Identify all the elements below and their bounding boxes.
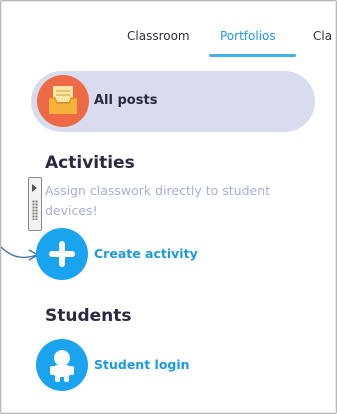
- plus-icon: [49, 241, 75, 267]
- tab-classroom[interactable]: Classroom: [127, 29, 190, 43]
- student-login-label[interactable]: Student login: [94, 357, 190, 372]
- tray-icon: [37, 75, 89, 127]
- tab-portfolios[interactable]: Portfolios: [220, 29, 276, 43]
- tab-class-truncated[interactable]: Cla: [313, 29, 337, 43]
- portfolio-panel: Classroom Portfolios Cla All posts Activ…: [0, 0, 337, 414]
- activities-description: Assign classwork directly to student dev…: [45, 183, 271, 218]
- create-activity-label[interactable]: Create activity: [94, 246, 198, 261]
- tab-bar: Classroom Portfolios Cla: [1, 1, 337, 61]
- create-activity-button[interactable]: [36, 228, 88, 280]
- active-tab-indicator: [209, 54, 296, 57]
- student-icon: [50, 350, 74, 382]
- side-panel-handle[interactable]: [28, 177, 42, 231]
- students-heading: Students: [45, 306, 132, 326]
- grip-icon: [32, 200, 38, 220]
- all-posts-label: All posts: [94, 93, 158, 108]
- expand-arrow-icon: [32, 184, 37, 192]
- activities-heading: Activities: [45, 153, 135, 173]
- pointer-arrow-icon: [1, 246, 40, 261]
- student-login-button[interactable]: [36, 339, 88, 391]
- all-posts-item[interactable]: All posts: [31, 71, 315, 132]
